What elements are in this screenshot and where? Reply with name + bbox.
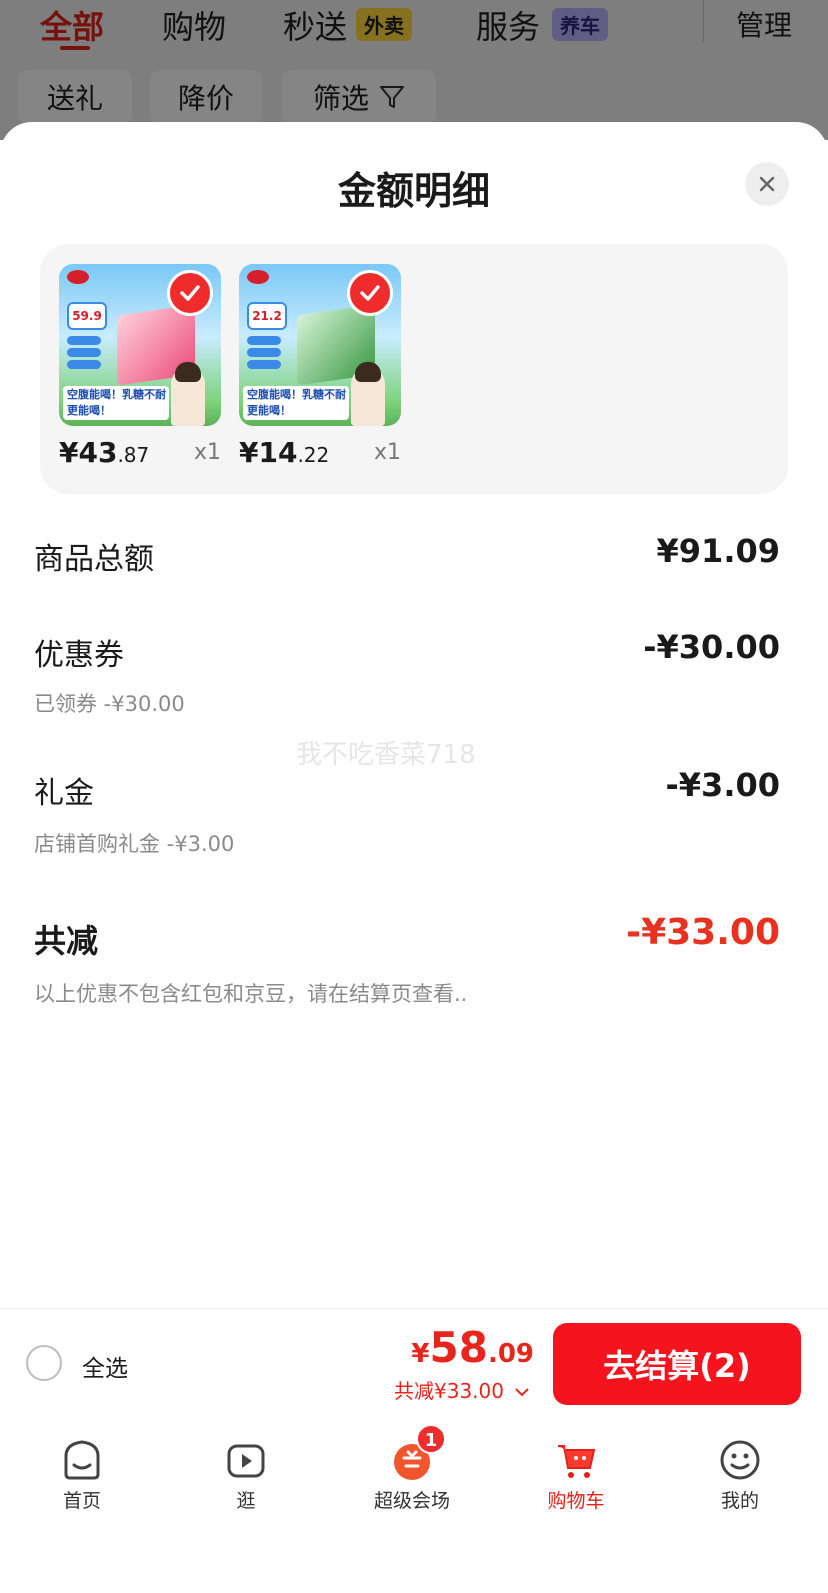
- product-image: 21.2 空腹能喝！乳糖不耐更能喝！: [239, 264, 401, 426]
- video-play-icon: [224, 1438, 268, 1482]
- check-icon: [360, 285, 380, 301]
- promo-pill: [247, 360, 281, 369]
- tab-super-venue[interactable]: 1 超级会场: [352, 1424, 472, 1513]
- checkout-bar: 全选 ¥58.09 共减¥33.00 去结算(2): [0, 1308, 828, 1418]
- promo-pill: [247, 348, 281, 357]
- price-dec: .87: [117, 443, 150, 467]
- tab-me[interactable]: 我的: [680, 1426, 800, 1513]
- goods-total-label: 商品总额: [34, 542, 154, 577]
- coupon-detail: 已领券 -¥30.00: [34, 692, 185, 716]
- select-all-label[interactable]: 全选: [82, 1349, 128, 1383]
- chevron-down-icon: [515, 1388, 530, 1397]
- product-qty: x1: [373, 440, 401, 465]
- coupon-label: 优惠券: [34, 638, 124, 673]
- discount-summary-toggle[interactable]: 共减¥33.00: [394, 1375, 530, 1404]
- payable-amount: ¥58.09: [411, 1323, 534, 1372]
- tab-label: 购物车: [547, 1490, 605, 1512]
- tab-home[interactable]: 首页: [22, 1426, 142, 1513]
- discount-summary: 共减¥33.00: [394, 1379, 504, 1403]
- modal-backdrop[interactable]: [0, 0, 828, 140]
- price-dec: .09: [487, 1339, 534, 1369]
- tab-label: 超级会场: [373, 1490, 450, 1512]
- watermark: 我不吃香菜718: [296, 740, 476, 770]
- tab-cart[interactable]: 购物车: [516, 1426, 636, 1513]
- close-button[interactable]: [745, 162, 789, 206]
- model-figure: [351, 362, 385, 426]
- home-icon: [60, 1438, 104, 1482]
- product-item[interactable]: 59.9 空腹能喝！乳糖不耐更能喝！ ¥43.87 x1: [59, 264, 221, 469]
- smiley-icon: [718, 1438, 762, 1482]
- tab-label: 逛: [236, 1490, 256, 1512]
- promo-pill: [67, 348, 101, 357]
- price-dec: .22: [297, 443, 330, 467]
- total-discount-label: 共减: [34, 922, 99, 960]
- price-int: ¥14: [239, 436, 298, 469]
- product-price: ¥43.87: [59, 436, 149, 469]
- product-price: ¥14.22: [239, 436, 329, 469]
- product-item[interactable]: 21.2 空腹能喝！乳糖不耐更能喝！ ¥14.22 x1: [239, 264, 401, 469]
- promo-price: 21.2: [247, 302, 287, 330]
- select-all-radio[interactable]: [26, 1345, 62, 1381]
- cart-icon: [554, 1438, 598, 1482]
- product-banner: 空腹能喝！乳糖不耐更能喝！: [243, 386, 349, 420]
- gift-money-detail: 店铺首购礼金 -¥3.00: [34, 832, 235, 856]
- brand-logo: [67, 270, 89, 284]
- product-image: 59.9 空腹能喝！乳糖不耐更能喝！: [59, 264, 221, 426]
- tab-browse[interactable]: 逛: [186, 1426, 306, 1513]
- super-venue-icon: 1: [390, 1424, 446, 1482]
- product-qty: x1: [193, 440, 221, 465]
- checkout-button[interactable]: 去结算(2): [553, 1323, 801, 1405]
- total-discount-value: -¥33.00: [626, 912, 780, 953]
- goods-total-value: ¥91.09: [656, 532, 780, 570]
- sheet-title: 金额明细: [337, 169, 490, 213]
- price-int: ¥43: [59, 436, 118, 469]
- tab-label: 我的: [720, 1490, 759, 1512]
- close-icon: [759, 176, 775, 192]
- selected-check[interactable]: [167, 270, 213, 316]
- promo-pill: [247, 336, 281, 345]
- currency-symbol: ¥: [411, 1339, 430, 1369]
- product-banner: 空腹能喝！乳糖不耐更能喝！: [63, 386, 169, 420]
- notification-badge: 1: [416, 1424, 446, 1454]
- bottom-tab-bar: 首页 逛 1 超级会场 购物车 我的: [0, 1418, 828, 1593]
- price-int: 58: [429, 1323, 488, 1372]
- promo-pill: [67, 360, 101, 369]
- selected-check[interactable]: [347, 270, 393, 316]
- gift-money-label: 礼金: [34, 776, 94, 811]
- promo-price: 59.9: [67, 302, 107, 330]
- brand-logo: [247, 270, 269, 284]
- model-figure: [171, 362, 205, 426]
- check-icon: [180, 285, 200, 301]
- gift-money-value: -¥3.00: [665, 766, 781, 804]
- discount-note: 以上优惠不包含红包和京豆，请在结算页查看..: [34, 982, 468, 1006]
- coupon-value: -¥30.00: [643, 628, 780, 666]
- promo-pill: [67, 336, 101, 345]
- products-summary: 59.9 空腹能喝！乳糖不耐更能喝！ ¥43.87 x1 21.2 空腹能喝！乳…: [40, 244, 788, 494]
- tab-label: 首页: [62, 1490, 101, 1512]
